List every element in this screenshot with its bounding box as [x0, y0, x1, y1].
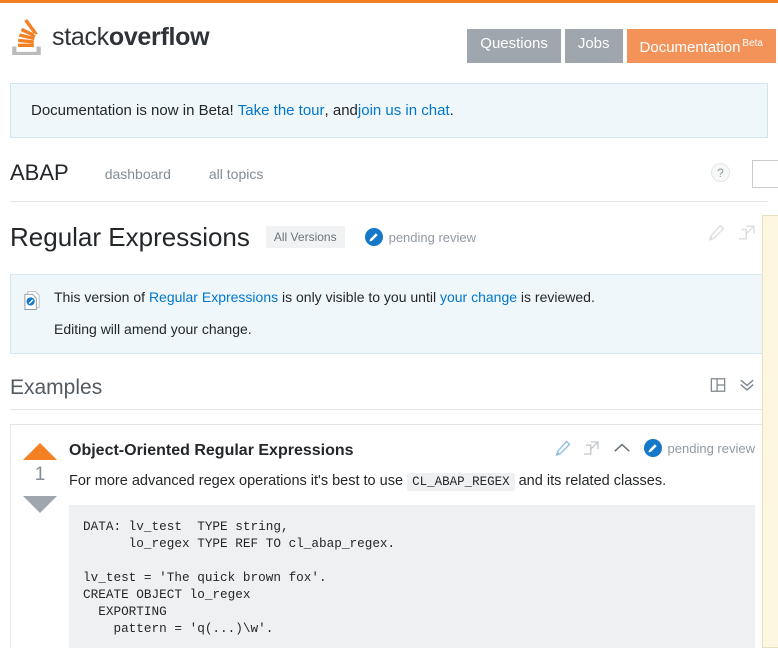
notice-line-1: This version of Regular Expressions is o… [54, 289, 595, 305]
double-chevron-down-icon[interactable] [738, 377, 756, 393]
tag-nav-row: ABAP dashboard all topics ? [10, 160, 778, 202]
nav-label-documentation: Documentation [639, 39, 741, 56]
nav-label-questions: Questions [480, 35, 548, 52]
document-actions [708, 224, 756, 241]
banner-text-after: . [449, 102, 454, 119]
pencil-icon[interactable] [708, 224, 725, 241]
vote-score: 1 [34, 464, 46, 485]
help-icon-label: ? [717, 165, 724, 180]
right-sidebar-peek [762, 215, 778, 648]
logo-text-bold: overflow [108, 22, 210, 51]
notice-line1-a: This version of [54, 289, 149, 305]
code-block: DATA: lv_test TYPE string, lo_regex TYPE… [69, 505, 755, 648]
banner-take-tour-link[interactable]: Take the tour [238, 102, 325, 119]
site-header: stackoverflow Questions Jobs Documentati… [0, 0, 778, 75]
pending-review-notice: This version of Regular Expressions is o… [10, 274, 768, 354]
arrow-up-icon[interactable] [23, 443, 57, 460]
pencil-icon[interactable] [555, 440, 571, 456]
examples-actions [710, 377, 756, 393]
notice-line-2: Editing will amend your change. [54, 321, 252, 337]
notice-line1-b: is only visible to you until [278, 289, 440, 305]
examples-heading: Examples [10, 376, 103, 399]
notice-change-link[interactable]: your change [440, 289, 517, 305]
beta-banner: Documentation is now in Beta! Take the t… [10, 83, 768, 138]
nav-item-jobs[interactable]: Jobs [564, 29, 623, 63]
nav-item-documentation[interactable]: Documentation Beta [626, 29, 776, 63]
nav-item-questions[interactable]: Questions [467, 29, 561, 63]
external-link-icon[interactable] [739, 224, 756, 241]
help-icon[interactable]: ? [711, 163, 730, 182]
all-versions-badge[interactable]: All Versions [265, 226, 345, 248]
document-pencil-icon [23, 290, 42, 337]
status-badge: pending review [364, 228, 477, 246]
notice-body: This version of Regular Expressions is o… [54, 289, 595, 337]
inline-code-badge: CL_ABAP_REGEX [407, 473, 515, 491]
notice-line1-c: is reviewed. [517, 289, 595, 305]
example-description: For more advanced regex operations it's … [69, 472, 755, 491]
page-title: Regular Expressions [10, 222, 250, 252]
tagnav-link-all-topics[interactable]: all topics [209, 160, 263, 188]
search-input[interactable] [752, 160, 778, 188]
banner-join-chat-link[interactable]: join us in chat [358, 102, 450, 119]
example-body: Object-Oriented Regular Expressions For … [69, 425, 767, 648]
example-actions: pending review [555, 439, 755, 457]
example-card: 1 Object-Oriented Regular Expressions Fo… [10, 424, 768, 648]
nav-beta-superscript: Beta [742, 38, 763, 49]
example-text-after: and its related classes. [514, 473, 667, 489]
example-status-label: pending review [667, 440, 755, 456]
tagnav-link-dashboard[interactable]: dashboard [105, 160, 171, 188]
status-badge-label: pending review [388, 229, 477, 245]
example-status-badge: pending review [643, 439, 755, 457]
pencil-badge-icon [643, 439, 662, 457]
document-title-row: Regular Expressions All Versions pending… [10, 218, 768, 256]
split-view-icon[interactable] [710, 377, 726, 393]
logo-text-light: stack [52, 22, 109, 51]
banner-text-before: Documentation is now in Beta! [31, 102, 234, 119]
banner-text-middle: , and [324, 102, 358, 119]
top-navigation: Questions Jobs Documentation Beta [467, 29, 776, 63]
nav-label-jobs: Jobs [577, 35, 610, 52]
pencil-badge-icon [364, 228, 383, 246]
tag-name: ABAP [10, 160, 69, 185]
examples-section-header: Examples [10, 376, 768, 410]
vote-column: 1 [11, 425, 69, 648]
site-logo[interactable]: stackoverflow [10, 19, 210, 55]
chevron-up-icon[interactable] [613, 441, 631, 455]
site-logo-text: stackoverflow [52, 22, 210, 52]
external-link-icon[interactable] [583, 440, 600, 456]
notice-doc-link[interactable]: Regular Expressions [149, 289, 278, 305]
stackoverflow-logo-icon [12, 19, 41, 55]
arrow-down-icon[interactable] [23, 496, 57, 513]
example-text-before: For more advanced regex operations it's … [69, 473, 408, 489]
